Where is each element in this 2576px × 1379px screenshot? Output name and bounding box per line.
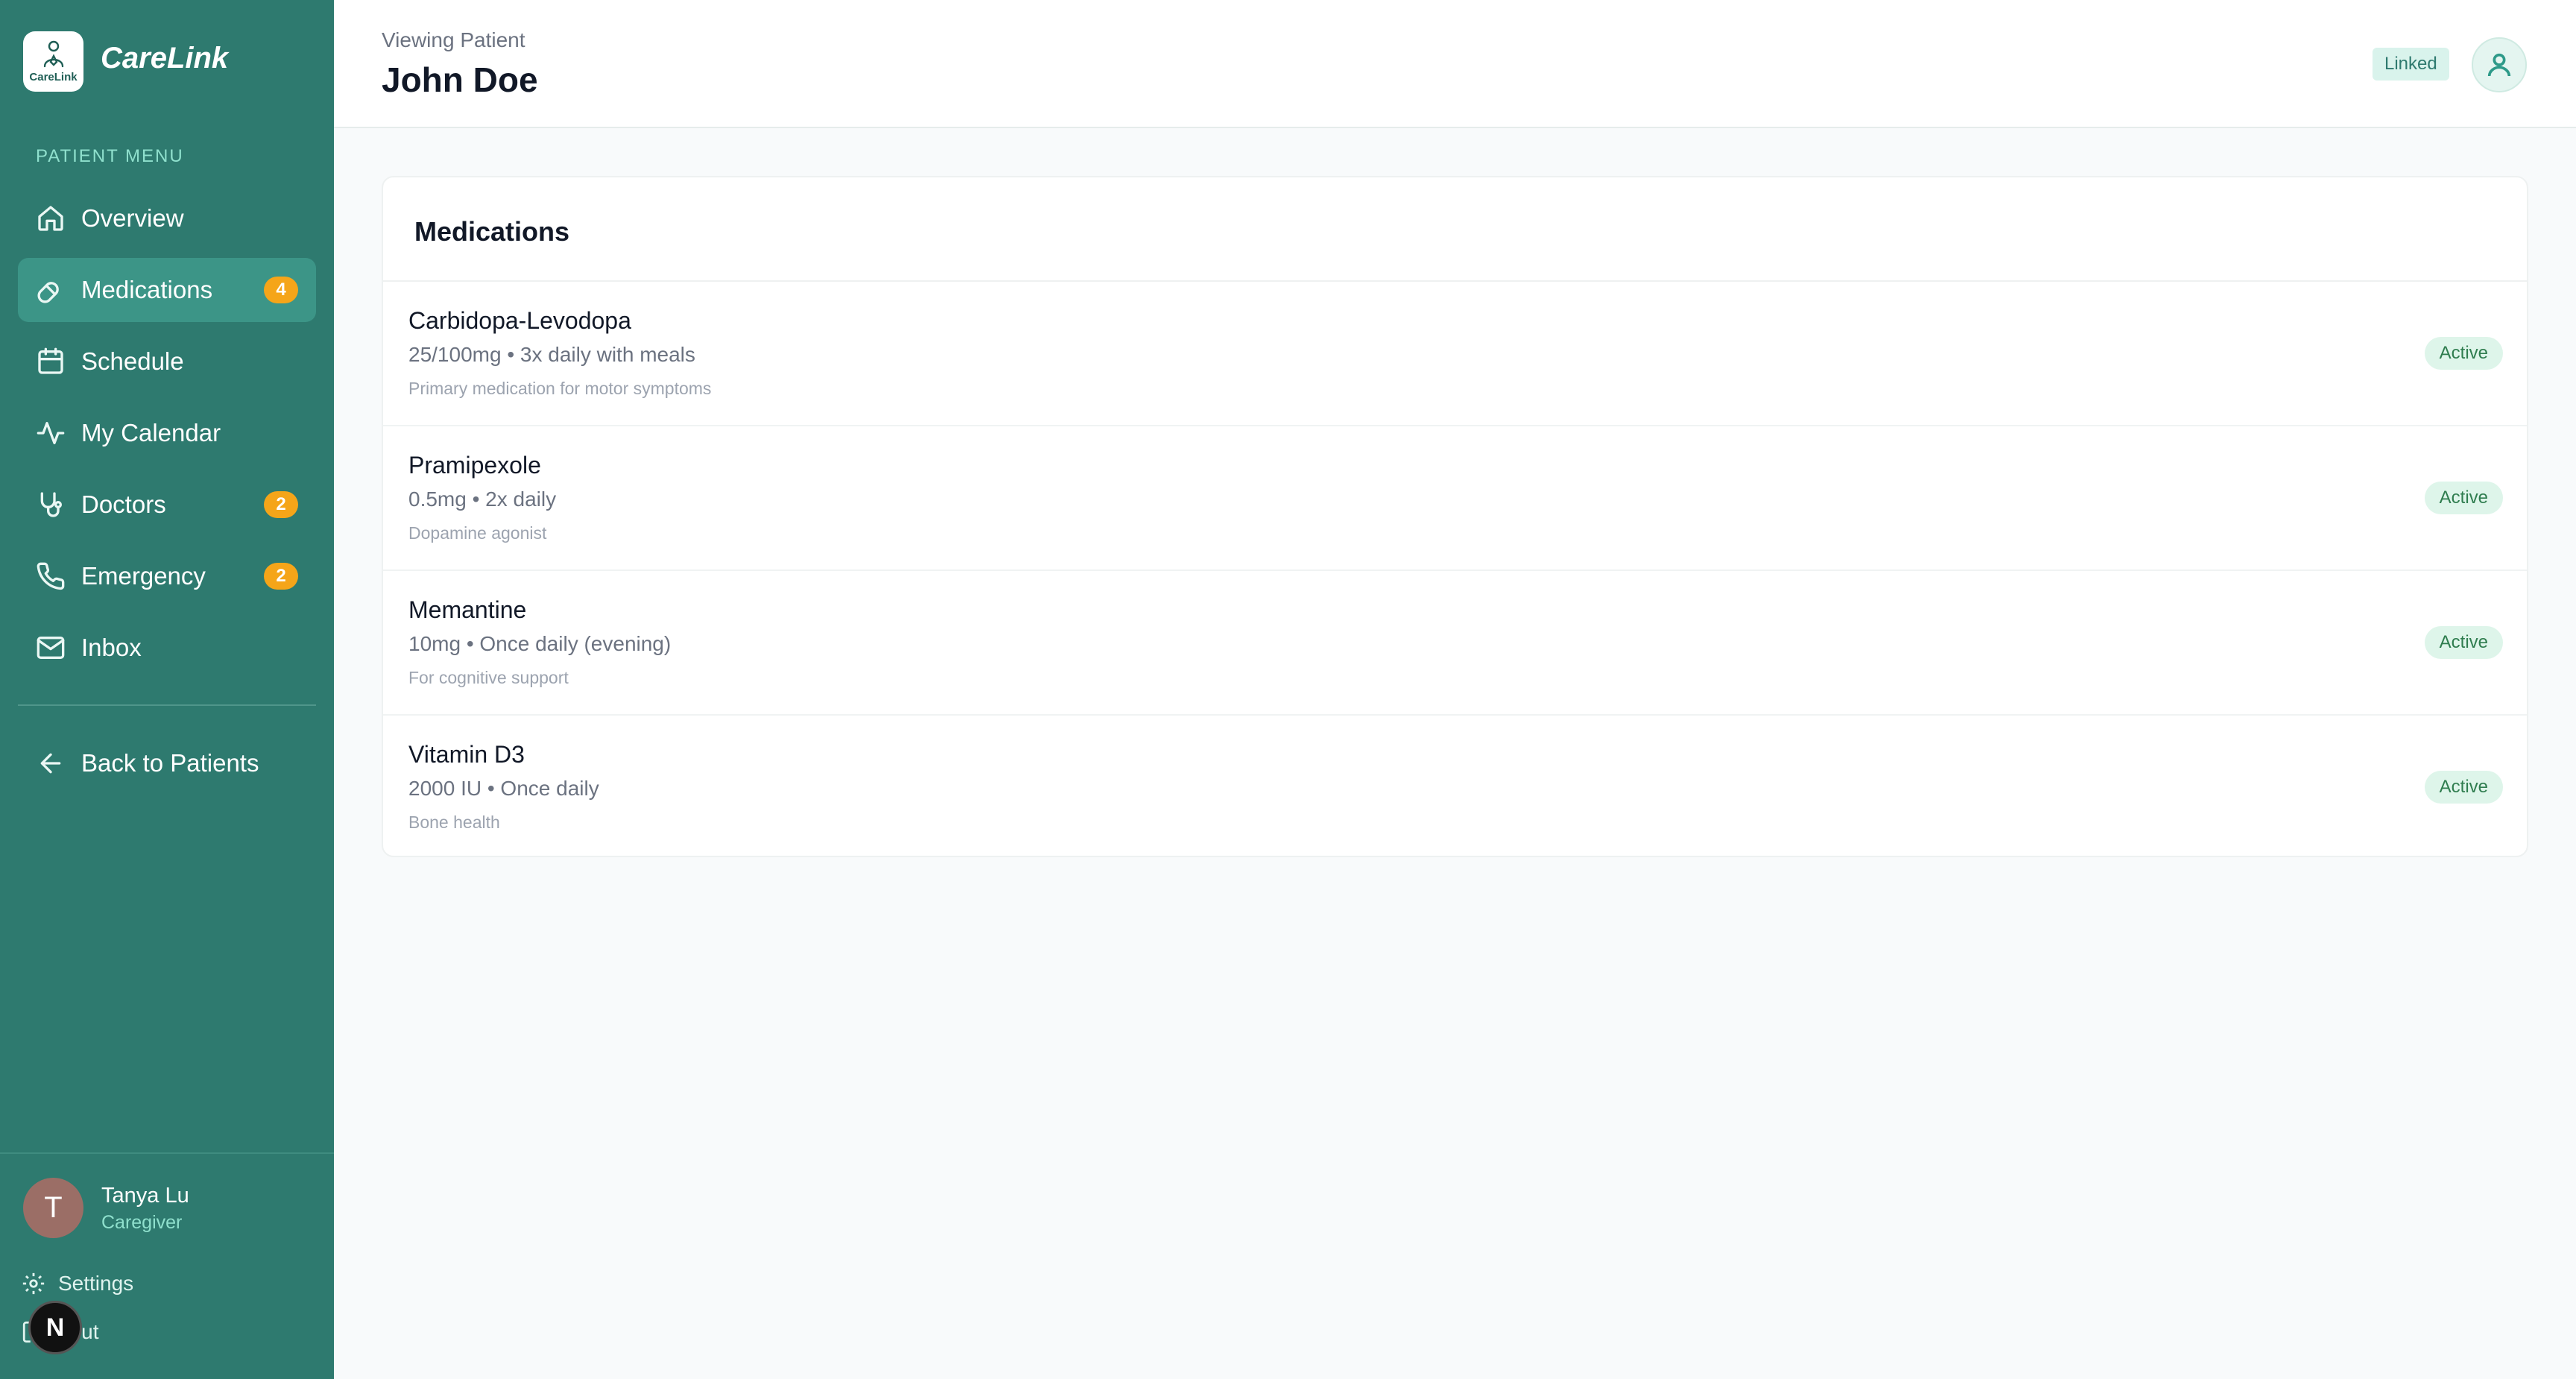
back-label: Back to Patients — [81, 749, 259, 777]
caregiver-logo-icon — [43, 40, 63, 68]
brand-name: CareLink — [101, 42, 229, 75]
medication-row[interactable]: Pramipexole 0.5mg • 2x daily Dopamine ag… — [383, 426, 2527, 571]
sidebar-item-label: Schedule — [81, 347, 184, 375]
sidebar-item-label: Doctors — [81, 490, 166, 518]
stethoscope-icon — [40, 492, 62, 517]
medication-row[interactable]: Vitamin D3 2000 IU • Once daily Bone hea… — [383, 716, 2527, 860]
medication-name: Vitamin D3 — [408, 741, 525, 768]
sidebar-item-inbox[interactable]: Inbox — [18, 616, 316, 680]
mail-icon — [37, 637, 65, 659]
medication-dose: 25/100mg • 3x daily with meals — [408, 343, 695, 366]
carelink-logo[interactable]: CareLink — [23, 31, 83, 92]
home-icon — [38, 206, 63, 231]
sidebar-item-label: My Calendar — [81, 419, 221, 446]
phone-icon — [37, 562, 65, 590]
sidebar-item-label: Inbox — [81, 634, 142, 661]
page-title: John Doe — [382, 60, 538, 99]
status-badge: Active — [2424, 771, 2503, 804]
avatar: T — [23, 1178, 83, 1238]
logo-text: CareLink — [29, 71, 78, 83]
sidebar-item-doctors[interactable]: Doctors 2 — [18, 473, 316, 537]
medication-dose: 10mg • Once daily (evening) — [408, 632, 672, 655]
sidebar-footer-divider — [0, 1152, 334, 1154]
card-title: Medications — [414, 216, 570, 247]
medication-note: Dopamine agonist — [408, 523, 547, 543]
user-role: Caregiver — [101, 1212, 183, 1233]
count-badge: 2 — [264, 563, 298, 590]
sidebar-item-label: Medications — [81, 276, 213, 303]
status-badge: Active — [2424, 337, 2503, 370]
medication-name: Memantine — [408, 596, 527, 623]
count-badge: 4 — [264, 277, 298, 303]
profile-button[interactable] — [2472, 37, 2527, 92]
medications-card: Medications Carbidopa-Levodopa 25/100mg … — [382, 176, 2528, 857]
sidebar-item-my-calendar[interactable]: My Calendar — [18, 401, 316, 465]
medication-note: For cognitive support — [408, 668, 569, 687]
activity-icon — [37, 422, 65, 444]
count-badge: 2 — [264, 491, 298, 518]
calendar-icon — [38, 347, 63, 374]
gear-icon — [22, 1272, 45, 1295]
back-to-patients-button[interactable]: Back to Patients — [18, 731, 316, 795]
medication-note: Bone health — [408, 812, 500, 832]
sidebar-item-label: Overview — [81, 204, 184, 232]
user-icon — [2487, 53, 2511, 77]
user-name: Tanya Lu — [101, 1184, 189, 1208]
dev-overlay-button[interactable]: N — [28, 1301, 82, 1354]
sidebar-item-emergency[interactable]: Emergency 2 — [18, 544, 316, 608]
linked-badge: Linked — [2373, 48, 2449, 81]
sidebar-item-schedule[interactable]: Schedule — [18, 329, 316, 394]
status-badge: Active — [2424, 626, 2503, 659]
page-header: Viewing Patient John Doe Linked — [334, 0, 2576, 128]
arrow-left-icon — [40, 753, 61, 774]
sidebar-item-overview[interactable]: Overview — [18, 186, 316, 250]
medication-name: Carbidopa-Levodopa — [408, 307, 631, 334]
sidebar: CareLink CareLink PATIENT MENU Overview … — [0, 0, 334, 1379]
settings-label: Settings — [58, 1272, 134, 1295]
medication-row[interactable]: Carbidopa-Levodopa 25/100mg • 3x daily w… — [383, 282, 2527, 426]
settings-link[interactable]: Settings — [21, 1271, 133, 1296]
pill-icon — [37, 282, 59, 303]
medication-dose: 0.5mg • 2x daily — [408, 487, 557, 511]
viewing-label: Viewing Patient — [382, 28, 525, 51]
sidebar-item-medications[interactable]: Medications 4 — [18, 258, 316, 322]
medication-row[interactable]: Memantine 10mg • Once daily (evening) Fo… — [383, 571, 2527, 716]
menu-heading: PATIENT MENU — [36, 146, 184, 166]
medication-note: Primary medication for motor symptoms — [408, 379, 712, 398]
status-badge: Active — [2424, 482, 2503, 514]
sidebar-divider — [18, 704, 316, 706]
medication-name: Pramipexole — [408, 452, 541, 479]
medication-dose: 2000 IU • Once daily — [408, 777, 599, 800]
sidebar-item-label: Emergency — [81, 562, 206, 590]
